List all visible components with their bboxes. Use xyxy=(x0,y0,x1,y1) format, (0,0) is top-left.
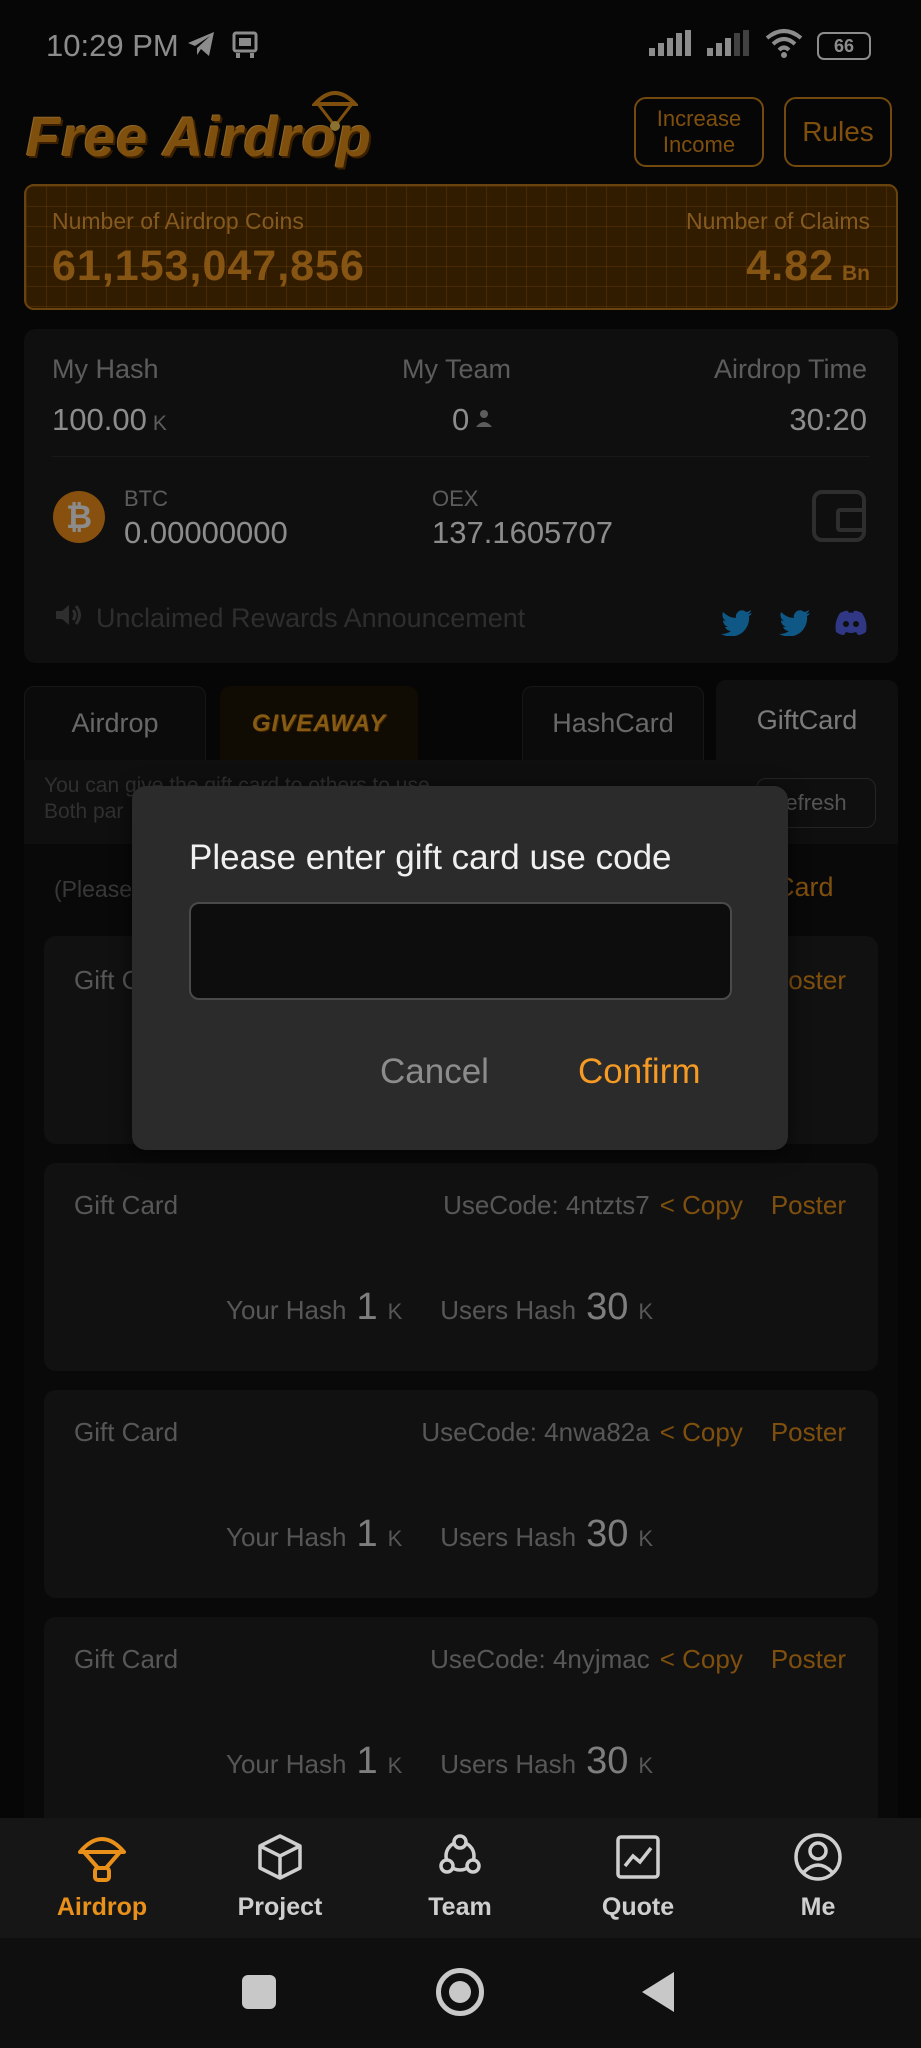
nav-team[interactable]: Team xyxy=(400,1832,520,1922)
chart-icon xyxy=(613,1832,663,1887)
parachute-icon xyxy=(76,1832,128,1887)
back-icon[interactable] xyxy=(642,1972,674,2012)
home-icon[interactable] xyxy=(436,1968,484,2016)
recents-icon[interactable] xyxy=(242,1975,276,2009)
nav-me-label: Me xyxy=(800,1893,836,1921)
nav-team-label: Team xyxy=(428,1893,492,1921)
gift-code-input[interactable] xyxy=(189,902,732,1000)
confirm-button[interactable]: Confirm xyxy=(578,1052,701,1092)
nav-project[interactable]: Project xyxy=(220,1832,340,1922)
nav-project-label: Project xyxy=(237,1893,323,1921)
cube-icon xyxy=(255,1832,305,1887)
nav-me[interactable]: Me xyxy=(758,1832,878,1922)
cancel-button[interactable]: Cancel xyxy=(380,1052,489,1092)
nav-airdrop-label: Airdrop xyxy=(56,1893,148,1921)
dialog-title: Please enter gift card use code xyxy=(189,838,672,877)
nav-airdrop[interactable]: Airdrop xyxy=(42,1832,162,1922)
nav-quote[interactable]: Quote xyxy=(578,1832,698,1922)
team-icon xyxy=(435,1832,485,1887)
nav-quote-label: Quote xyxy=(601,1893,675,1921)
user-icon xyxy=(793,1832,843,1887)
